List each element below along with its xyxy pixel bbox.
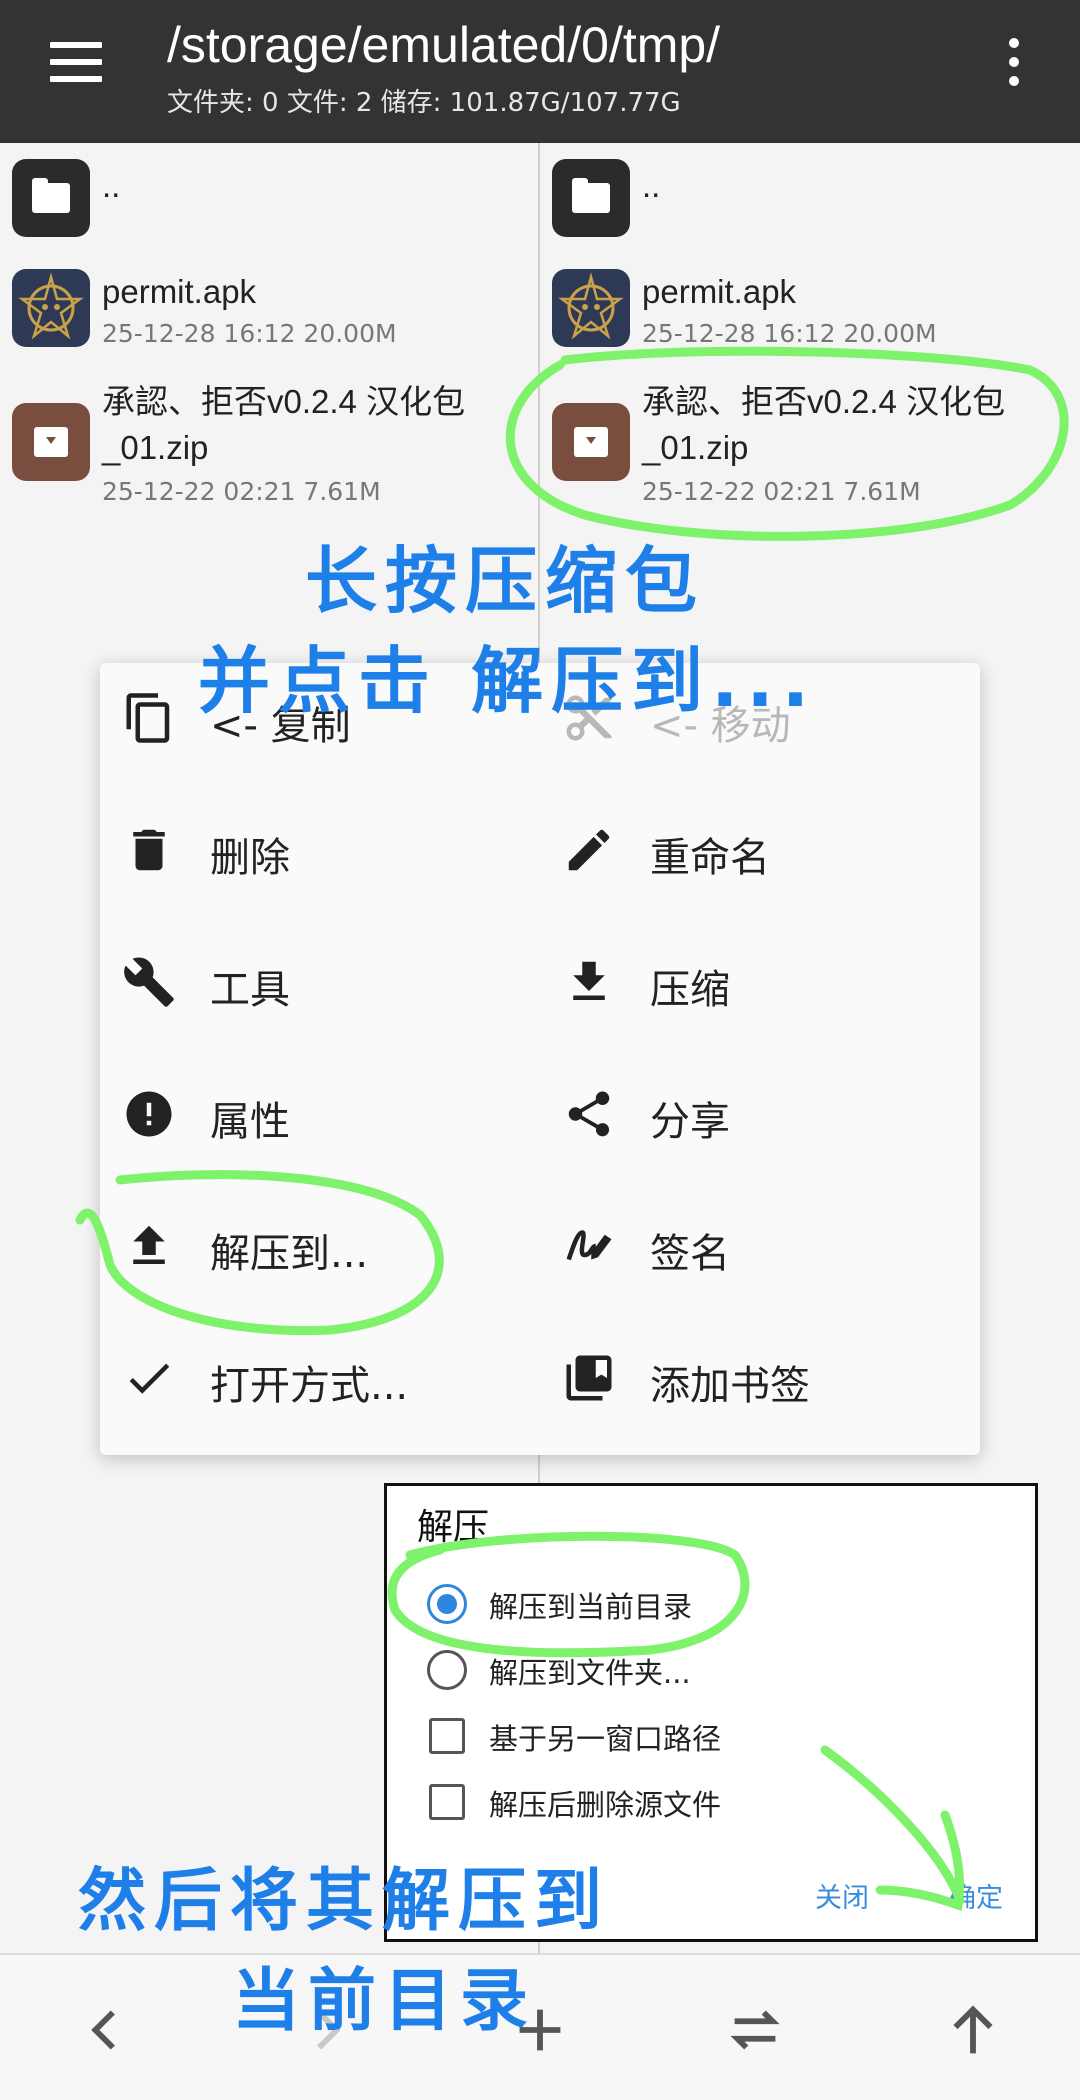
menu-label: 签名 bbox=[650, 1231, 730, 1277]
storage-stats: 文件夹: 0 文件: 2 储存: 101.87G/107.77G bbox=[167, 88, 681, 118]
back-icon[interactable] bbox=[72, 1995, 142, 2065]
option-delete-source[interactable]: 解压后删除源文件 bbox=[427, 1774, 1007, 1830]
file-meta: 25-12-22 02:21 7.61M bbox=[102, 477, 381, 506]
option-other-pane-path[interactable]: 基于另一窗口路径 bbox=[427, 1708, 1007, 1764]
menu-sign[interactable]: 签名 bbox=[540, 1191, 970, 1301]
delete-icon bbox=[133, 829, 165, 871]
annotation-line4: 当前目录 bbox=[232, 1962, 537, 2041]
menu-label: 打开方式... bbox=[210, 1363, 409, 1409]
info-icon bbox=[126, 1091, 172, 1137]
file-name-line1: 承認、拒否v0.2.4 汉化包 bbox=[642, 383, 1006, 420]
bookmark-icon bbox=[566, 1355, 612, 1401]
apk-icon bbox=[12, 269, 90, 347]
checkbox[interactable] bbox=[429, 1718, 465, 1754]
signature-icon bbox=[566, 1230, 612, 1261]
dialog-title: 解压 bbox=[417, 1507, 490, 1548]
share-icon bbox=[568, 1091, 610, 1137]
apk-file-row[interactable]: permit.apk 25-12-28 16:12 20.00M bbox=[12, 265, 532, 355]
menu-properties[interactable]: 属性 bbox=[100, 1059, 530, 1169]
download-icon bbox=[573, 961, 605, 1000]
radio-unselected[interactable] bbox=[427, 1650, 467, 1690]
option-label: 解压到当前目录 bbox=[489, 1590, 693, 1624]
parent-dir-row[interactable]: .. bbox=[12, 159, 532, 239]
folder-icon bbox=[12, 159, 90, 237]
current-path: /storage/emulated/0/tmp/ bbox=[167, 17, 721, 73]
menu-label: 工具 bbox=[210, 967, 290, 1013]
annotation-line3: 然后将其解压到 bbox=[78, 1862, 611, 1941]
annotation-line1: 长按压缩包 bbox=[305, 539, 706, 623]
menu-label: 重命名 bbox=[650, 835, 770, 881]
menu-delete[interactable]: 删除 bbox=[100, 795, 530, 905]
option-extract-folder[interactable]: 解压到文件夹... bbox=[427, 1642, 1007, 1698]
option-label: 解压后删除源文件 bbox=[489, 1788, 722, 1822]
parent-dir-row[interactable]: .. bbox=[552, 159, 1072, 239]
menu-label: 解压到... bbox=[210, 1231, 369, 1277]
file-name-line1: 承認、拒否v0.2.4 汉化包 bbox=[102, 383, 466, 420]
annotation-line2: 并点击 解压到... bbox=[198, 639, 818, 723]
up-icon[interactable] bbox=[938, 1995, 1008, 2065]
file-meta: 25-12-22 02:21 7.61M bbox=[642, 477, 921, 506]
menu-bookmark[interactable]: 添加书签 bbox=[540, 1323, 970, 1433]
menu-icon[interactable] bbox=[50, 42, 106, 82]
option-label: 基于另一窗口路径 bbox=[489, 1722, 722, 1756]
apk-icon bbox=[552, 269, 630, 347]
zip-file-row[interactable]: 承認、拒否v0.2.4 汉化包 _01.zip 25-12-22 02:21 7… bbox=[12, 377, 532, 507]
menu-rename[interactable]: 重命名 bbox=[540, 795, 970, 905]
file-context-menu: <- 复制 <- 移动 删除 重命名 工具 压缩 属性 分享 解压到... 签名… bbox=[100, 663, 980, 1455]
menu-tools[interactable]: 工具 bbox=[100, 927, 530, 1037]
close-button[interactable]: 关闭 bbox=[815, 1876, 869, 1915]
file-name: .. bbox=[642, 167, 661, 204]
file-name: .. bbox=[102, 167, 121, 204]
more-vert-icon[interactable] bbox=[1000, 38, 1028, 94]
menu-compress[interactable]: 压缩 bbox=[540, 927, 970, 1037]
ok-button[interactable]: 确定 bbox=[949, 1876, 1003, 1915]
menu-label: 添加书签 bbox=[650, 1363, 810, 1409]
menu-open-with[interactable]: 打开方式... bbox=[100, 1323, 530, 1433]
menu-share[interactable]: 分享 bbox=[540, 1059, 970, 1169]
menu-label: 压缩 bbox=[650, 967, 730, 1013]
menu-label: 属性 bbox=[210, 1099, 290, 1145]
file-meta: 25-12-28 16:12 20.00M bbox=[642, 319, 937, 348]
option-extract-current-dir[interactable]: 解压到当前目录 bbox=[427, 1576, 1007, 1632]
bottom-toolbar bbox=[0, 1953, 1080, 2100]
option-label: 解压到文件夹... bbox=[489, 1656, 691, 1690]
file-meta: 25-12-28 16:12 20.00M bbox=[102, 319, 397, 348]
upload-icon bbox=[133, 1225, 165, 1264]
edit-icon bbox=[568, 829, 610, 871]
apk-file-row[interactable]: permit.apk 25-12-28 16:12 20.00M bbox=[552, 265, 1072, 355]
checkbox[interactable] bbox=[429, 1784, 465, 1820]
archive-icon bbox=[12, 403, 90, 481]
file-name: permit.apk bbox=[642, 273, 797, 310]
copy-icon bbox=[126, 693, 170, 743]
swap-icon[interactable] bbox=[720, 1995, 790, 2065]
radio-selected[interactable] bbox=[427, 1584, 467, 1624]
folder-icon bbox=[552, 159, 630, 237]
menu-extract-to[interactable]: 解压到... bbox=[100, 1191, 530, 1301]
wrench-icon bbox=[124, 957, 174, 1007]
file-name-line2: _01.zip bbox=[102, 429, 209, 466]
check-icon bbox=[129, 1363, 170, 1394]
archive-icon bbox=[552, 403, 630, 481]
menu-label: 删除 bbox=[210, 835, 290, 881]
menu-label: 分享 bbox=[650, 1099, 730, 1145]
zip-file-row[interactable]: 承認、拒否v0.2.4 汉化包 _01.zip 25-12-22 02:21 7… bbox=[552, 377, 1072, 507]
file-name-line2: _01.zip bbox=[642, 429, 749, 466]
top-app-bar: /storage/emulated/0/tmp/ 文件夹: 0 文件: 2 储存… bbox=[0, 0, 1080, 143]
file-name: permit.apk bbox=[102, 273, 257, 310]
